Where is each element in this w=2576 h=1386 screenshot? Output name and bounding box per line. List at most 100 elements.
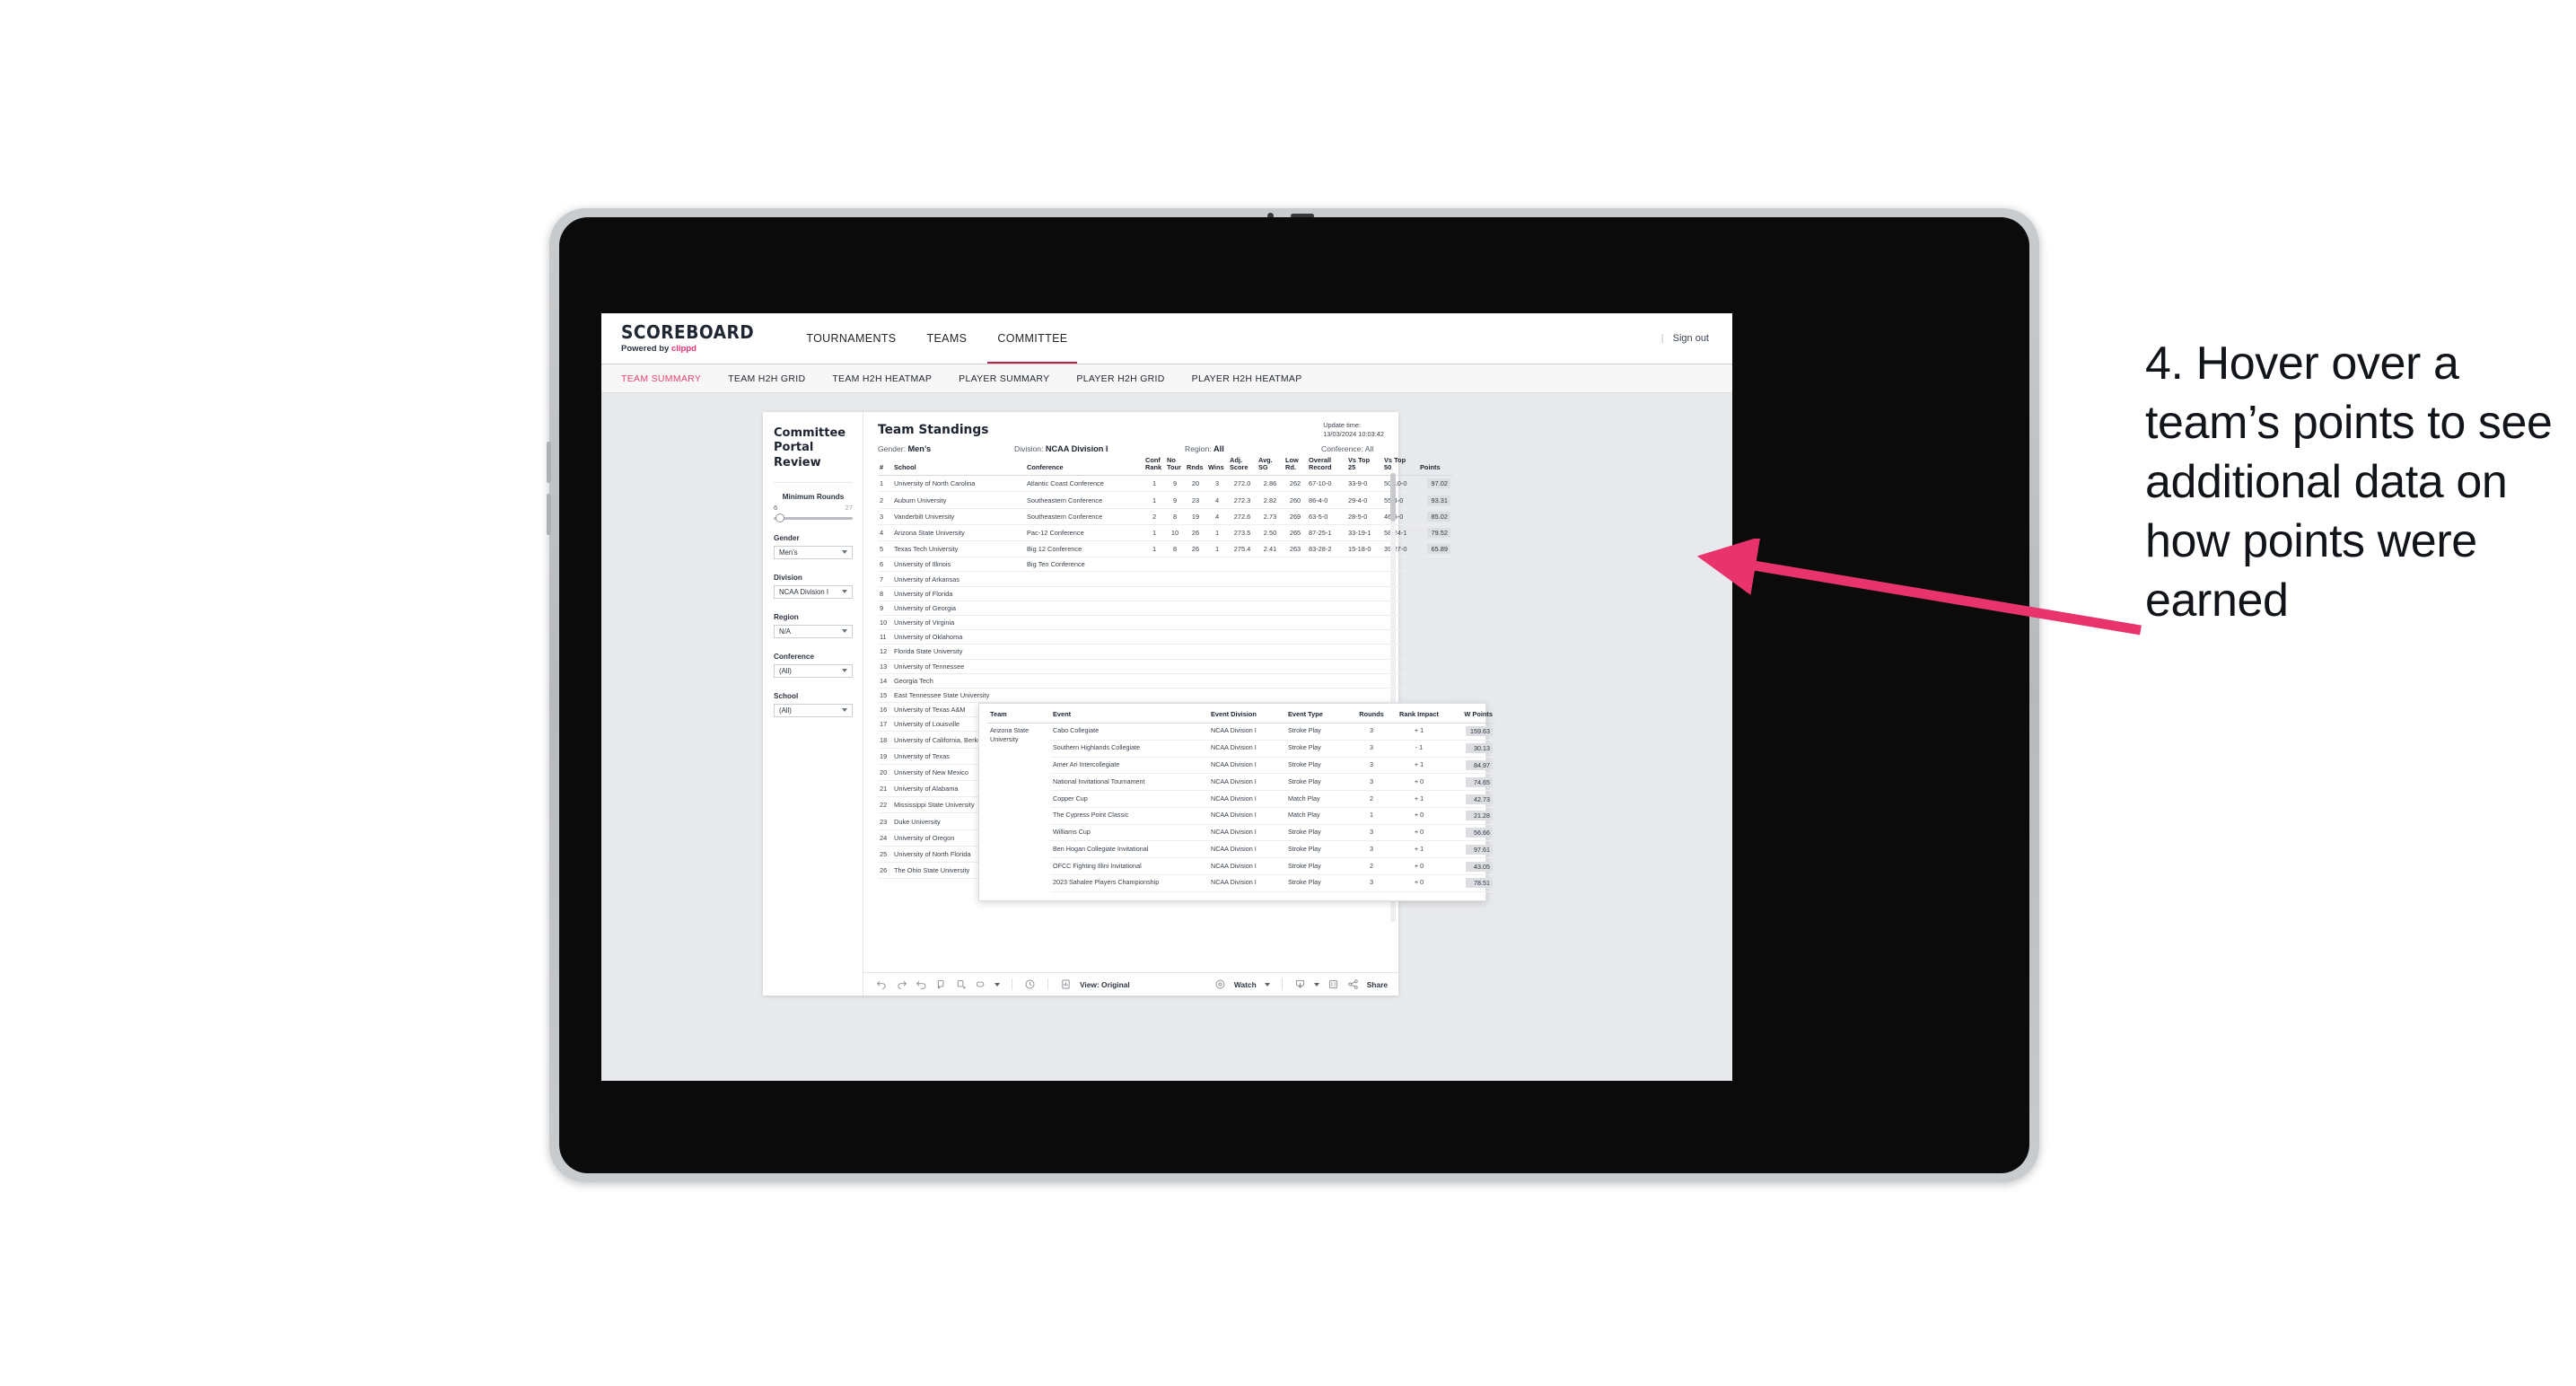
subnav-item-player-h2h-heatmap[interactable]: PLAYER H2H HEATMAP	[1192, 373, 1302, 384]
cell-points[interactable]: 97.02	[1418, 475, 1452, 493]
points-value: 97.02	[1427, 478, 1450, 489]
watch-caret-icon[interactable]	[1264, 982, 1270, 987]
filter-division-value: NCAA Division I	[779, 587, 829, 596]
table-scrollbar-thumb[interactable]	[1390, 473, 1396, 522]
pause-refresh-icon[interactable]	[935, 978, 947, 990]
cell-points[interactable]	[1418, 601, 1452, 616]
col-avg-sg[interactable]: Avg. SG	[1257, 456, 1284, 477]
table-row[interactable]: 8 University of Florida	[878, 586, 1452, 601]
revert-icon[interactable]	[916, 978, 927, 990]
undo-icon[interactable]	[876, 978, 888, 990]
nav-item-teams[interactable]: TEAMS	[912, 313, 983, 364]
col-wins[interactable]: Wins	[1206, 457, 1228, 477]
col-conf-rank[interactable]: Conf Rank	[1143, 456, 1165, 477]
table-row[interactable]: 3 Vanderbilt University Southeastern Confe…	[878, 508, 1452, 525]
cell-points[interactable]	[1418, 659, 1452, 674]
watch-icon[interactable]	[1214, 978, 1226, 990]
cell-points[interactable]	[1418, 688, 1452, 704]
col-rnds[interactable]: Rnds	[1185, 457, 1206, 477]
cell-points[interactable]	[1418, 644, 1452, 660]
col-adj-score[interactable]: Adj. Score	[1228, 456, 1257, 477]
cell-vs-top-50	[1382, 644, 1418, 660]
view-original-label[interactable]: View: Original	[1080, 980, 1130, 989]
col-rank[interactable]: #	[878, 457, 892, 477]
volume-down-button[interactable]	[547, 494, 551, 535]
nav-item-committee[interactable]: COMMITTEE	[982, 313, 1082, 364]
col-no-tour[interactable]: No Tour	[1165, 456, 1185, 477]
watch-label[interactable]: Watch	[1234, 980, 1257, 989]
table-row[interactable]: 2 Auburn University Southeastern Conferenc…	[878, 491, 1452, 509]
col-overall-record[interactable]: Overall Record	[1307, 456, 1346, 477]
cell-rank: 14	[878, 673, 892, 689]
table-row[interactable]: 6 University of Illinois Big Ten Conferenc…	[878, 557, 1452, 573]
summary-region-value: All	[1214, 444, 1224, 453]
col-low-rd[interactable]: Low Rd.	[1284, 456, 1307, 477]
refresh-icon[interactable]	[955, 978, 967, 990]
cell-points[interactable]	[1418, 571, 1452, 587]
filter-conference-select[interactable]: (All)	[774, 663, 853, 678]
table-row[interactable]: 5 Texas Tech University Big 12 Conference 1…	[878, 540, 1452, 558]
share-icon[interactable]	[1347, 978, 1359, 990]
cell-points[interactable]	[1418, 557, 1452, 573]
zoom-fit-icon[interactable]	[975, 978, 986, 990]
subnav-item-team-h2h-heatmap[interactable]: TEAM H2H HEATMAP	[832, 373, 932, 384]
cell-points[interactable]: 79.52	[1418, 524, 1452, 542]
table-row[interactable]: 13 University of Tennessee	[878, 659, 1452, 674]
volume-up-button[interactable]	[547, 442, 551, 483]
share-label[interactable]: Share	[1367, 980, 1388, 989]
subnav-item-team-summary[interactable]: TEAM SUMMARY	[621, 373, 701, 384]
table-row[interactable]: 1 University of North Carolina Atlantic Co…	[878, 475, 1452, 493]
zoom-fit-caret-icon[interactable]	[994, 982, 1000, 987]
screenshot-root: SCOREBOARD Powered by clippd TOURNAMENTS…	[0, 0, 2576, 1386]
cell-points[interactable]	[1418, 673, 1452, 689]
filter-school-select[interactable]: (All)	[774, 703, 853, 717]
filter-gender-select[interactable]: Men’s	[774, 545, 853, 559]
table-row[interactable]: 4 Arizona State University Pac-12 Conferen…	[878, 524, 1452, 542]
summary-conference-value: All	[1364, 444, 1374, 453]
cell-rank: 13	[878, 659, 892, 674]
fullscreen-icon[interactable]	[1327, 978, 1339, 990]
table-row[interactable]: 12 Florida State University	[878, 644, 1452, 660]
download-icon[interactable]	[1294, 978, 1306, 990]
table-row[interactable]: 10 University of Virginia	[878, 615, 1452, 631]
cell-no-tour: 8	[1165, 508, 1185, 525]
filter-region: Region N/A	[774, 613, 853, 638]
col-school[interactable]: School	[892, 457, 1025, 477]
cell-adj-score	[1228, 688, 1257, 704]
cell-points[interactable]: 65.89	[1418, 540, 1452, 558]
cell-points[interactable]	[1418, 586, 1452, 601]
col-conference[interactable]: Conference	[1025, 457, 1143, 477]
cell-avg-sg: 2.86	[1257, 475, 1284, 493]
col-points[interactable]: Points	[1418, 457, 1452, 477]
cell-points[interactable]	[1418, 615, 1452, 631]
minimum-rounds-slider[interactable]	[774, 513, 853, 523]
cell-points[interactable]: 85.02	[1418, 508, 1452, 525]
cell-wins	[1206, 601, 1228, 616]
subnav-item-player-h2h-grid[interactable]: PLAYER H2H GRID	[1076, 373, 1164, 384]
summary-gender-value: Men’s	[907, 444, 932, 453]
table-row[interactable]: 15 East Tennessee State University	[878, 688, 1452, 704]
table-row[interactable]: 9 University of Georgia	[878, 601, 1452, 616]
filter-region-select[interactable]: N/A	[774, 624, 853, 638]
tooltip-cell-event-type: Match Play	[1285, 790, 1352, 808]
table-row[interactable]: 14 Georgia Tech	[878, 673, 1452, 689]
subnav-item-player-summary[interactable]: PLAYER SUMMARY	[959, 373, 1049, 384]
view-original-icon[interactable]	[1060, 978, 1072, 990]
redo-icon[interactable]	[896, 978, 907, 990]
subnav-item-team-h2h-grid[interactable]: TEAM H2H GRID	[728, 373, 805, 384]
nav-item-tournaments[interactable]: TOURNAMENTS	[791, 313, 911, 364]
slider-handle[interactable]	[775, 513, 784, 523]
cell-points[interactable]	[1418, 629, 1452, 645]
cell-adj-score: 272.0	[1228, 475, 1257, 493]
table-row[interactable]: 11 University of Oklahoma	[878, 629, 1452, 645]
cell-points[interactable]: 93.31	[1418, 491, 1452, 509]
download-caret-icon[interactable]	[1313, 982, 1319, 987]
cell-conf-rank	[1143, 586, 1165, 601]
history-icon[interactable]	[1024, 978, 1036, 990]
signout-link[interactable]: Sign out	[1673, 333, 1709, 344]
cell-no-tour	[1165, 615, 1185, 631]
filter-division-select[interactable]: NCAA Division I	[774, 584, 853, 599]
table-row[interactable]: 7 University of Arkansas	[878, 571, 1452, 587]
col-vs-top-50[interactable]: Vs Top 50	[1382, 456, 1418, 477]
col-vs-top-25[interactable]: Vs Top 25	[1346, 456, 1382, 477]
